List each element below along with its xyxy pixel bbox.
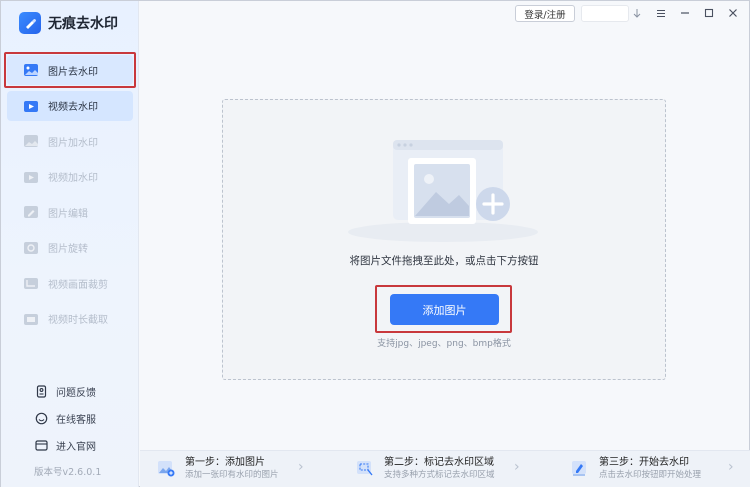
supported-formats: 支持jpg、jpeg、png、bmp格式 xyxy=(377,339,511,349)
sidebar-item-label: 图片编辑 xyxy=(48,208,88,220)
image-add-icon xyxy=(24,135,38,147)
maximize-icon[interactable] xyxy=(702,6,716,20)
login-register-button[interactable]: 登录/注册 xyxy=(515,5,575,22)
support-link[interactable]: 在线客服 xyxy=(35,409,96,427)
feedback-label: 问题反馈 xyxy=(56,387,96,399)
website-label: 进入官网 xyxy=(56,441,96,453)
sidebar-item-label: 图片去水印 xyxy=(48,66,98,78)
add-image-step-icon xyxy=(158,461,175,477)
sidebar-item-video-trim[interactable]: 视频时长截取 xyxy=(7,304,133,334)
step-description: 添加一张印有水印的图片 xyxy=(185,470,279,480)
mark-area-step-icon xyxy=(357,461,373,476)
sidebar-item-image-remove-watermark[interactable]: 图片去水印 xyxy=(4,52,136,88)
website-link[interactable]: 进入官网 xyxy=(35,436,96,454)
add-image-highlight: 添加图片 xyxy=(375,285,512,333)
app-window: 无痕去水印 图片去水印 视频去水印 图片加水印 视频加水印 图片编辑 图片旋转 … xyxy=(0,0,750,487)
pin-icon[interactable] xyxy=(630,6,644,20)
sidebar-item-video-add-watermark[interactable]: 视频加水印 xyxy=(7,162,133,192)
app-name: 无痕去水印 xyxy=(48,16,118,32)
feedback-link[interactable]: 问题反馈 xyxy=(35,382,96,400)
sidebar-item-video-crop[interactable]: 视频画面裁剪 xyxy=(7,268,133,298)
sidebar-item-label: 视频时长截取 xyxy=(48,315,108,326)
image-rotate-icon xyxy=(24,241,38,254)
title-bar: 登录/注册 xyxy=(139,1,750,25)
app-logo: 无痕去水印 xyxy=(19,11,118,35)
close-icon[interactable] xyxy=(726,6,740,20)
feedback-icon xyxy=(36,384,47,398)
minimize-icon[interactable] xyxy=(678,6,692,20)
sidebar-bottom-links: 问题反馈 在线客服 进入官网 xyxy=(35,382,96,463)
sidebar-item-video-remove-watermark[interactable]: 视频去水印 xyxy=(7,90,133,121)
start-step-icon xyxy=(572,461,586,476)
chevron-right-icon: › xyxy=(728,459,734,475)
sidebar-item-label: 视频去水印 xyxy=(48,102,98,113)
chevron-right-icon: › xyxy=(514,459,520,475)
step-description: 支持多种方式标记去水印区域 xyxy=(384,470,495,480)
logo-icon xyxy=(19,12,41,34)
sidebar-item-label: 视频画面裁剪 xyxy=(48,279,108,291)
image-edit-icon xyxy=(24,206,38,218)
sidebar-item-label: 图片旋转 xyxy=(48,244,88,255)
step-1: 第一步：添加图片 添加一张印有水印的图片 xyxy=(157,456,279,484)
website-icon xyxy=(35,439,48,451)
account-area[interactable] xyxy=(581,5,629,22)
steps-bar: 第一步：添加图片 添加一张印有水印的图片 › 第二步：标记去水印区域 支持多种方… xyxy=(140,450,750,487)
video-crop-icon xyxy=(24,278,38,289)
menu-icon[interactable] xyxy=(654,6,668,20)
sidebar-nav: 图片去水印 视频去水印 图片加水印 视频加水印 图片编辑 图片旋转 视频画面裁剪… xyxy=(4,52,136,339)
chevron-right-icon: › xyxy=(298,459,304,475)
step-title: 第一步：添加图片 xyxy=(185,457,265,468)
version-label: 版本号v2.6.0.1 xyxy=(34,467,102,478)
video-trim-icon xyxy=(24,313,38,325)
sidebar: 无痕去水印 图片去水印 视频去水印 图片加水印 视频加水印 图片编辑 图片旋转 … xyxy=(1,1,139,487)
sidebar-item-image-edit[interactable]: 图片编辑 xyxy=(7,197,133,227)
image-drop-zone[interactable]: 将图片文件拖拽至此处，或点击下方按钮 添加图片 支持jpg、jpeg、png、b… xyxy=(222,99,666,380)
sidebar-item-label: 视频加水印 xyxy=(48,173,98,184)
video-add-icon xyxy=(24,171,38,183)
add-image-button[interactable]: 添加图片 xyxy=(390,294,499,325)
image-remove-icon xyxy=(24,64,38,76)
sidebar-item-image-rotate[interactable]: 图片旋转 xyxy=(7,233,133,263)
upload-illustration xyxy=(348,140,538,242)
sidebar-item-image-add-watermark[interactable]: 图片加水印 xyxy=(7,126,133,156)
support-icon xyxy=(35,412,48,424)
drop-instruction: 将图片文件拖拽至此处，或点击下方按钮 xyxy=(349,255,539,267)
video-remove-icon xyxy=(24,100,38,112)
sidebar-item-label: 图片加水印 xyxy=(48,137,98,149)
step-3: 第三步：开始去水印 点击去水印按钮即开始处理 xyxy=(571,456,701,484)
support-label: 在线客服 xyxy=(56,414,96,426)
step-title: 第二步：标记去水印区域 xyxy=(384,457,494,468)
step-2: 第二步：标记去水印区域 支持多种方式标记去水印区域 xyxy=(356,456,495,484)
step-description: 点击去水印按钮即开始处理 xyxy=(599,470,702,480)
step-title: 第三步：开始去水印 xyxy=(599,457,689,468)
